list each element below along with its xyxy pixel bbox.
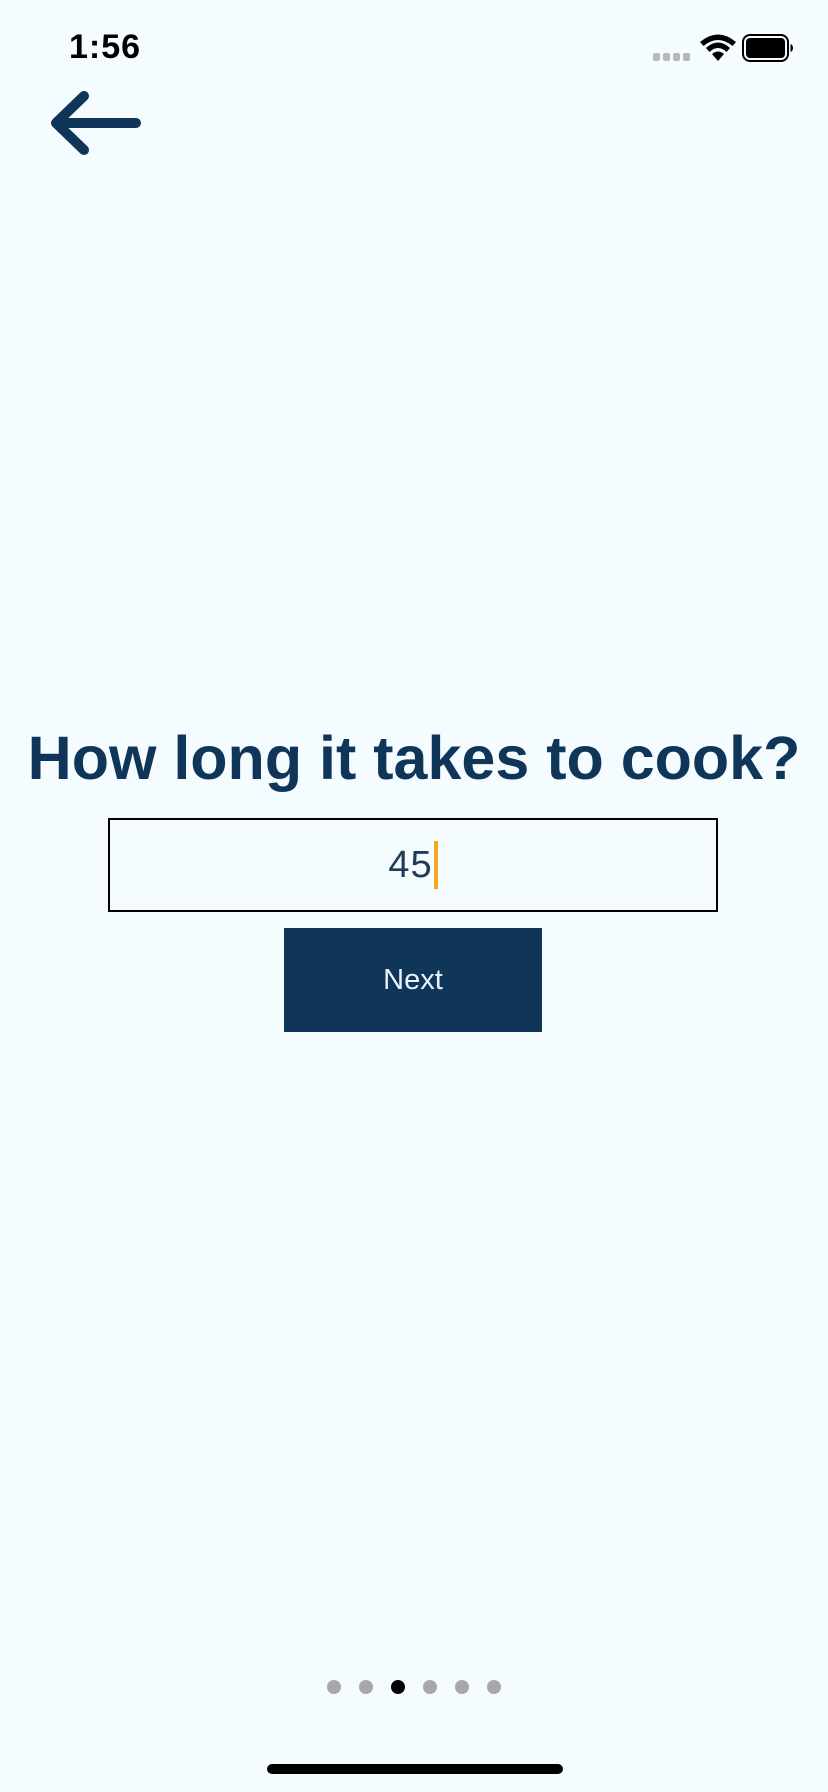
page-dot-3-active[interactable] [391,1680,405,1694]
text-caret [433,841,438,889]
page-dot-6[interactable] [487,1680,501,1694]
back-button[interactable] [48,90,144,160]
page-dot-4[interactable] [423,1680,437,1694]
question-title: How long it takes to cook? [27,724,801,792]
home-indicator[interactable] [267,1764,563,1774]
wifi-icon [700,34,736,61]
battery-icon [742,34,793,62]
next-button[interactable]: Next [284,928,542,1032]
page-indicator [0,1680,828,1694]
cook-time-value: 45 [388,843,433,886]
cook-time-input[interactable]: 45 [108,818,718,912]
onboarding-screen: 1:56 How long it takes to cook? 45 Next [0,0,828,1792]
cellular-signal-icon [653,53,691,63]
status-time: 1:56 [69,28,142,66]
page-dot-5[interactable] [455,1680,469,1694]
page-dot-2[interactable] [359,1680,373,1694]
page-dot-1[interactable] [327,1680,341,1694]
arrow-left-icon [51,91,141,155]
